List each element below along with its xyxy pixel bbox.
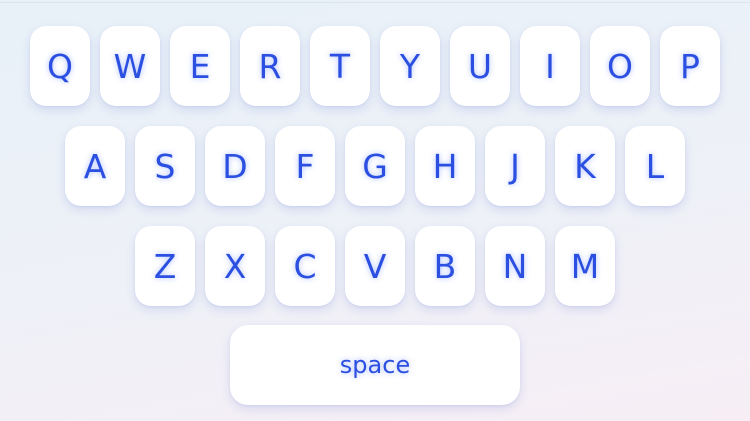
key-u[interactable]: U bbox=[450, 26, 510, 106]
key-d[interactable]: D bbox=[205, 126, 265, 206]
key-label: N bbox=[502, 246, 528, 286]
key-t[interactable]: T bbox=[310, 26, 370, 106]
keyboard-row-1: QW E R T Y U I O P bbox=[0, 26, 750, 106]
key-h[interactable]: H bbox=[415, 126, 475, 206]
key-label: M bbox=[570, 246, 600, 286]
key-label: S bbox=[154, 146, 176, 186]
key-label: F bbox=[295, 146, 315, 186]
key-z[interactable]: Z bbox=[135, 226, 195, 306]
key-q[interactable]: Q bbox=[30, 26, 90, 106]
key-label: Q bbox=[47, 46, 73, 86]
key-label: U bbox=[467, 46, 493, 86]
key-space[interactable]: space bbox=[230, 325, 520, 405]
key-label: O bbox=[607, 46, 633, 86]
key-p[interactable]: P bbox=[660, 26, 720, 106]
key-label: H bbox=[432, 146, 458, 186]
key-label: P bbox=[680, 46, 700, 86]
key-y[interactable]: Y bbox=[380, 26, 440, 106]
key-k[interactable]: K bbox=[555, 126, 615, 206]
key-label: G bbox=[362, 146, 388, 186]
key-g[interactable]: G bbox=[345, 126, 405, 206]
key-label: I bbox=[545, 46, 555, 86]
key-s[interactable]: S bbox=[135, 126, 195, 206]
key-m[interactable]: M bbox=[555, 226, 615, 306]
key-label: J bbox=[510, 146, 520, 186]
key-label: A bbox=[83, 146, 107, 186]
key-label: C bbox=[293, 246, 317, 286]
key-w[interactable]: W bbox=[100, 26, 160, 106]
top-divider bbox=[0, 2, 750, 3]
key-o[interactable]: O bbox=[590, 26, 650, 106]
key-c[interactable]: C bbox=[275, 226, 335, 306]
keyboard-row-2: ASDFGHJKL bbox=[0, 126, 750, 206]
key-label: B bbox=[433, 246, 457, 286]
key-l[interactable]: L bbox=[625, 126, 685, 206]
key-label: T bbox=[329, 46, 351, 86]
key-a[interactable]: A bbox=[65, 126, 125, 206]
key-label: E bbox=[189, 46, 211, 86]
key-n[interactable]: N bbox=[485, 226, 545, 306]
key-b[interactable]: B bbox=[415, 226, 475, 306]
keyboard-row-4: space bbox=[0, 325, 750, 405]
key-label: W bbox=[113, 46, 147, 86]
key-j[interactable]: J bbox=[485, 126, 545, 206]
key-label: Y bbox=[399, 46, 421, 86]
key-label: K bbox=[574, 146, 596, 186]
keyboard-row-3: ZXCVBNM bbox=[0, 226, 750, 306]
key-space-label: space bbox=[339, 351, 411, 379]
key-r[interactable]: R bbox=[240, 26, 300, 106]
key-label: Z bbox=[153, 246, 177, 286]
key-label: L bbox=[645, 146, 665, 186]
key-label: R bbox=[258, 46, 282, 86]
key-label: D bbox=[222, 146, 248, 186]
key-i[interactable]: I bbox=[520, 26, 580, 106]
key-e[interactable]: E bbox=[170, 26, 230, 106]
key-label: V bbox=[363, 246, 387, 286]
key-f[interactable]: F bbox=[275, 126, 335, 206]
key-v[interactable]: V bbox=[345, 226, 405, 306]
key-x[interactable]: X bbox=[205, 226, 265, 306]
key-label: X bbox=[223, 246, 247, 286]
